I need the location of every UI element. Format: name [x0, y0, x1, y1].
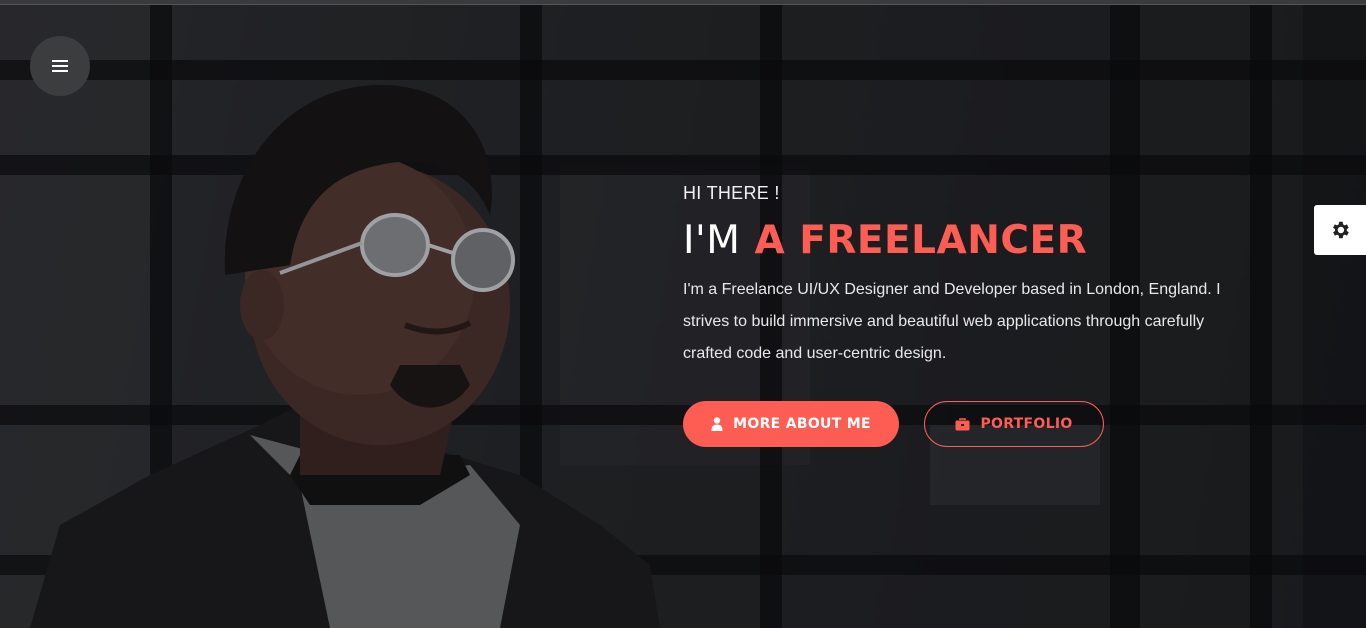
hero-actions: MORE ABOUT ME PORTFOLIO: [683, 401, 1104, 447]
more-about-me-label: MORE ABOUT ME: [733, 416, 871, 432]
hero-description: I'm a Freelance UI/UX Designer and Devel…: [683, 281, 1221, 362]
user-icon: [711, 417, 723, 431]
hero-content: HI THERE ! I'M A FREELANCER I'm a Freela…: [683, 183, 1283, 370]
menu-toggle-button[interactable]: [30, 36, 90, 96]
briefcase-icon: [955, 417, 970, 430]
gear-icon: [1333, 221, 1349, 239]
headline-accent: A FREELANCER: [754, 218, 1088, 263]
more-about-me-button[interactable]: MORE ABOUT ME: [683, 401, 899, 447]
headline-prefix: I'M: [683, 218, 741, 263]
hero-greeting: HI THERE !: [683, 183, 780, 203]
hero-headline: I'M A FREELANCER: [683, 218, 1283, 264]
portfolio-label: PORTFOLIO: [980, 416, 1073, 432]
hamburger-menu-icon: [52, 60, 68, 72]
settings-button[interactable]: [1314, 205, 1366, 255]
portfolio-button[interactable]: PORTFOLIO: [924, 401, 1104, 447]
